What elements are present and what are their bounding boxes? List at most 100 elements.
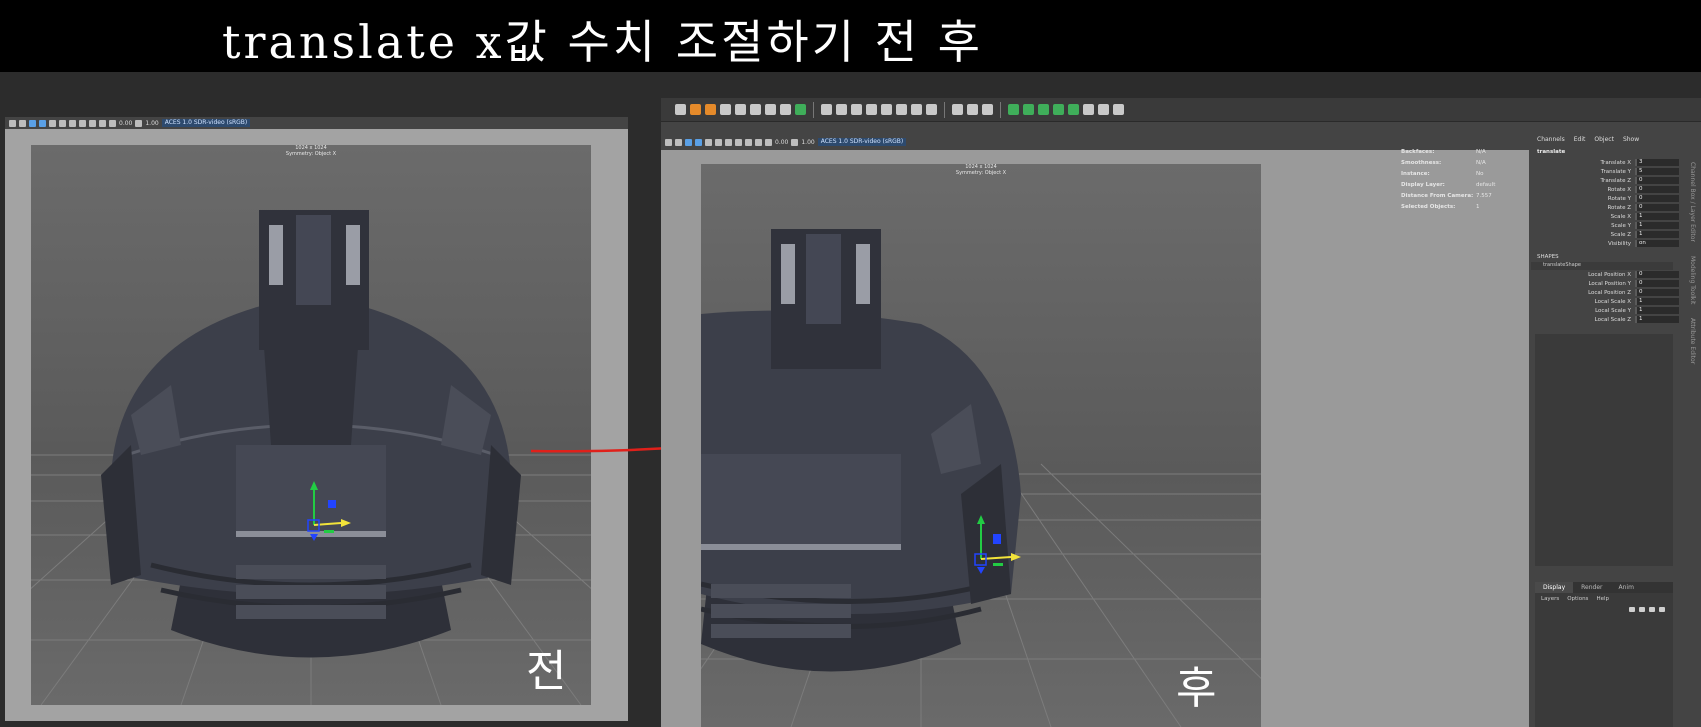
exposure-icon[interactable] [765,138,772,146]
multi-cut-icon[interactable] [952,104,963,115]
grid-icon[interactable] [675,138,682,146]
cut-uv-icon[interactable] [1098,104,1109,115]
attribute-label[interactable]: Translate Y [1531,169,1635,175]
layout-icon[interactable] [1068,104,1079,115]
object-name[interactable]: translate [1531,143,1701,158]
lasso-icon[interactable] [690,104,701,115]
move-layer-up-icon[interactable] [1629,607,1635,612]
attribute-label[interactable]: Rotate X [1531,187,1635,193]
planar-map-icon[interactable] [1023,104,1034,115]
attribute-value-field[interactable]: 1 [1635,213,1679,220]
light-icon[interactable] [715,138,722,146]
smooth-icon[interactable] [911,104,922,115]
attribute-value-field[interactable]: 0 [1635,204,1679,211]
camera-icon[interactable] [665,138,672,146]
helmet-model-after[interactable] [701,229,1021,672]
attribute-label[interactable]: Visibility [1531,241,1635,247]
isolate-icon[interactable] [735,138,742,146]
polygon-cylinder-icon[interactable] [750,104,761,115]
channel-box-menu-item[interactable]: Object [1594,136,1614,143]
channel-box-menu-item[interactable]: Edit [1574,136,1586,143]
combine-icon[interactable] [866,104,877,115]
shape-name[interactable]: translateShape [1531,262,1673,270]
auto-map-icon[interactable] [1038,104,1049,115]
side-tab[interactable]: Attribute Editor [1689,318,1696,364]
new-layer-icon[interactable] [1649,607,1655,612]
attribute-label[interactable]: Local Scale Z [1531,317,1635,323]
new-layer-selected-icon[interactable] [1659,607,1665,612]
attribute-label[interactable]: Local Position X [1531,272,1635,278]
attribute-label[interactable]: Rotate Z [1531,205,1635,211]
attribute-value-field[interactable]: 1 [1635,222,1679,229]
attribute-value-field[interactable]: 3 [1635,159,1679,166]
layer-editor-tab[interactable]: Render [1573,582,1610,593]
uv-editor-icon[interactable] [1008,104,1019,115]
attribute-value-field[interactable]: 0 [1635,195,1679,202]
polygon-cube-icon[interactable] [720,104,731,115]
layer-editor-menu-item[interactable]: Options [1567,596,1588,602]
xray-icon[interactable] [745,138,752,146]
attribute-label[interactable]: Scale Z [1531,232,1635,238]
attribute-label[interactable]: Rotate Y [1531,196,1635,202]
shaded-icon[interactable] [695,138,702,146]
attribute-label[interactable]: Local Scale Y [1531,308,1635,314]
layer-editor-menu-item[interactable]: Layers [1541,596,1559,602]
offset-edge-loop-icon[interactable] [982,104,993,115]
attribute-label[interactable]: Local Scale X [1531,299,1635,305]
bridge-icon[interactable] [851,104,862,115]
color-space-dropdown[interactable]: ACES 1.0 SDR-video (sRGB) [817,138,907,146]
attribute-row: Scale Y1 [1531,221,1701,230]
attribute-value-field[interactable]: 1 [1635,298,1679,305]
attribute-label[interactable]: Translate X [1531,160,1635,166]
attribute-value-field[interactable]: 0 [1635,289,1679,296]
polygon-torus-icon[interactable] [780,104,791,115]
shadow-icon[interactable] [725,138,732,146]
bevel-icon[interactable] [836,104,847,115]
checker-icon[interactable] [1083,104,1094,115]
polygon-sphere-icon[interactable] [735,104,746,115]
insert-edge-loop-icon[interactable] [967,104,978,115]
attribute-value-field[interactable]: 0 [1635,177,1679,184]
polygon-plane-icon[interactable] [765,104,776,115]
side-tab[interactable]: Channel Box / Layer Editor [1689,162,1696,242]
viewport-after[interactable]: 1024 x 1024 Symmetry: Object X 후 [701,164,1261,727]
hud-row: Display Layer: default [1401,179,1516,190]
extrude-icon[interactable] [821,104,832,115]
separate-icon[interactable] [881,104,892,115]
unfold-icon[interactable] [1053,104,1064,115]
gamma-value[interactable]: 1.00 [801,139,814,146]
move-layer-down-icon[interactable] [1639,607,1645,612]
attribute-label[interactable]: Translate Z [1531,178,1635,184]
attribute-label[interactable]: Local Position Y [1531,281,1635,287]
snap-icon[interactable] [795,104,806,115]
resolution-gate-icon[interactable] [755,138,762,146]
exposure-value[interactable]: 0.00 [775,139,788,146]
side-tab[interactable]: Modeling Toolkit [1689,256,1696,304]
channel-box-menu-item[interactable]: Show [1623,136,1639,143]
attribute-value-field[interactable]: 0 [1635,280,1679,287]
attribute-value-field[interactable]: 1 [1635,231,1679,238]
attribute-value-field[interactable]: 5 [1635,168,1679,175]
texture-icon[interactable] [705,138,712,146]
attribute-row: Local Position X0 [1531,270,1701,279]
gamma-icon[interactable] [791,138,799,146]
target-weld-icon[interactable] [926,104,937,115]
paint-select-icon[interactable] [705,104,716,115]
mirror-icon[interactable] [896,104,907,115]
attribute-value-field[interactable]: 0 [1635,186,1679,193]
attribute-value-field[interactable]: on [1635,240,1679,247]
layer-editor-tab[interactable]: Display [1535,582,1574,593]
attribute-label[interactable]: Scale Y [1531,223,1635,229]
channel-box-menu-item[interactable]: Channels [1537,136,1565,143]
attribute-value-field[interactable]: 1 [1635,316,1679,323]
sew-uv-icon[interactable] [1113,104,1124,115]
attribute-value-field[interactable]: 0 [1635,271,1679,278]
attribute-label[interactable]: Local Position Z [1531,290,1635,296]
attribute-label[interactable]: Scale X [1531,214,1635,220]
wireframe-icon[interactable] [685,138,692,146]
select-icon[interactable] [675,104,686,115]
layer-editor-menu-item[interactable]: Help [1596,596,1609,602]
layer-editor-tab[interactable]: Anim [1611,582,1642,593]
attribute-row: Local Scale Y1 [1531,306,1701,315]
attribute-value-field[interactable]: 1 [1635,307,1679,314]
